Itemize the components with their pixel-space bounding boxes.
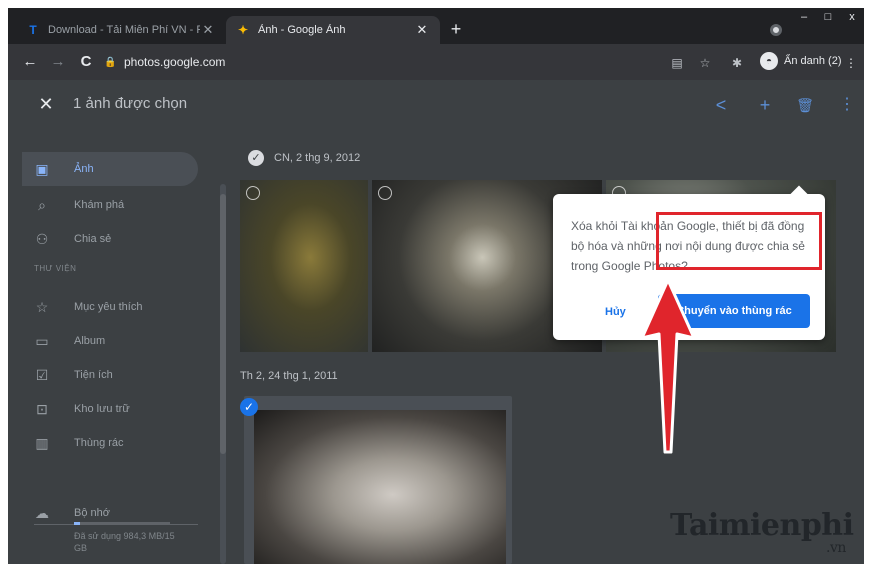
photo-thumbnail-selected[interactable] [254, 410, 506, 564]
search-icon: ⌕ [38, 196, 46, 213]
back-button[interactable]: ← [20, 52, 40, 72]
reload-button[interactable]: C [76, 52, 96, 72]
sidebar-item-label: Album [74, 335, 106, 347]
utilities-icon: ☑ [35, 366, 49, 383]
select-circle-icon[interactable] [378, 186, 392, 200]
google-photos-app: ✕ 1 ảnh được chọn < + 🗑 ⋮ ▣ Ảnh ⌕ Khám p… [8, 80, 864, 564]
lock-icon: 🔒 [104, 56, 117, 68]
tab-title: Ảnh - Google Ảnh [258, 24, 346, 36]
incognito-label: Ẩn danh (2) [784, 55, 842, 67]
profile-indicator-icon[interactable] [770, 24, 782, 36]
extensions-puzzle-icon[interactable]: ✱ [728, 54, 746, 72]
incognito-icon: ◓ [760, 52, 778, 70]
sidebar-item-utilities[interactable]: ☑ Tiện ích [22, 358, 198, 392]
sidebar-item-label: Bộ nhớ [74, 507, 110, 519]
select-group-check-icon[interactable]: ✓ [248, 150, 264, 166]
storage-progress-fill [74, 522, 80, 525]
sidebar-item-label: Mục yêu thích [74, 301, 143, 313]
tab-download[interactable]: T Download - Tải Miễn Phí VN - Pi ✕ [16, 16, 226, 44]
sidebar-scrollbar-thumb[interactable] [220, 194, 226, 454]
sidebar-item-label: Thùng rác [74, 437, 124, 449]
sidebar-item-albums[interactable]: ▭ Album [22, 324, 198, 358]
watermark-logo: Taimienphi .vn [670, 508, 854, 556]
incognito-profile-button[interactable]: ◓ Ẩn danh (2) [760, 52, 841, 70]
trash-icon: ▥ [35, 434, 49, 451]
sidebar-item-explore[interactable]: ⌕ Khám phá [22, 188, 198, 222]
new-tab-button[interactable]: + [444, 18, 468, 42]
selected-check-icon[interactable]: ✓ [240, 398, 258, 416]
delete-trash-icon[interactable]: 🗑 [794, 94, 816, 116]
date-group-label: CN, 2 thg 9, 2012 [274, 152, 361, 164]
sidebar-item-sharing[interactable]: ⚇ Chia sẻ [22, 222, 198, 256]
tab-strip: T Download - Tải Miễn Phí VN - Pi ✕ ✦ Ản… [8, 8, 864, 44]
selection-count: 1 ảnh được chọn [73, 95, 188, 112]
select-circle-icon[interactable] [246, 186, 260, 200]
maximize-button[interactable]: □ [818, 8, 838, 28]
more-options-icon[interactable]: ⋮ [836, 94, 858, 116]
tab-title: Download - Tải Miễn Phí VN - Pi [48, 24, 200, 36]
sidebar-item-label: Ảnh [74, 163, 94, 175]
share-icon[interactable]: < [710, 94, 732, 116]
clear-selection-icon[interactable]: ✕ [36, 94, 56, 114]
sidebar-item-photos[interactable]: ▣ Ảnh [22, 152, 198, 186]
watermark-brand: Taimienphi [670, 508, 854, 543]
window-close-button[interactable]: x [842, 8, 862, 28]
url-text: photos.google.com [124, 55, 226, 69]
selection-bar: ✕ 1 ảnh được chọn < + 🗑 ⋮ [8, 80, 864, 128]
browser-menu-icon[interactable]: ⋮ [842, 54, 860, 72]
album-icon: ▭ [35, 332, 49, 349]
forward-button[interactable]: → [48, 52, 68, 72]
sidebar: ▣ Ảnh ⌕ Khám phá ⚇ Chia sẻ THƯ VIỆN ☆ Mụ… [8, 128, 230, 564]
tab-close-icon[interactable]: ✕ [414, 22, 430, 38]
sidebar-item-trash[interactable]: ▥ Thùng rác [22, 426, 198, 460]
google-photos-favicon-icon: ✦ [237, 23, 249, 37]
browser-toolbar: ← → C 🔒 photos.google.com ▤ ☆ ✱ ◓ Ẩn dan… [8, 44, 864, 80]
translate-icon[interactable]: ▤ [668, 54, 686, 72]
storage-usage-text: Đã sử dụng 984,3 MB/15 GB [74, 531, 175, 553]
tab-favicon-icon: T [29, 23, 37, 37]
watermark-tld: .vn [826, 540, 846, 556]
red-arrow-annotation [640, 278, 696, 454]
bookmark-star-icon[interactable]: ☆ [696, 54, 714, 72]
date-group-label: Th 2, 24 thg 1, 2011 [240, 370, 338, 382]
add-icon[interactable]: + [754, 94, 776, 116]
tab-close-icon[interactable]: ✕ [200, 22, 216, 38]
storage-progress-bar [74, 522, 170, 525]
photos-icon: ▣ [35, 160, 49, 177]
library-heading: THƯ VIỆN [34, 264, 77, 273]
cancel-button[interactable]: Hủy [605, 306, 626, 318]
star-icon: ☆ [35, 298, 49, 315]
sidebar-item-archive[interactable]: ⊡ Kho lưu trữ [22, 392, 198, 426]
people-icon: ⚇ [35, 230, 49, 247]
cloud-icon: ☁ [35, 504, 49, 521]
sidebar-item-label: Khám phá [74, 199, 125, 211]
sidebar-item-label: Tiện ích [74, 369, 113, 381]
minimize-button[interactable]: – [794, 8, 814, 28]
sidebar-item-label: Kho lưu trữ [74, 403, 130, 415]
browser-window: T Download - Tải Miễn Phí VN - Pi ✕ ✦ Ản… [8, 8, 864, 564]
date-group-header[interactable]: ✓ CN, 2 thg 9, 2012 [248, 150, 360, 166]
sidebar-item-label: Chia sẻ [74, 233, 112, 245]
address-bar[interactable]: 🔒 photos.google.com [104, 48, 704, 76]
sidebar-item-favorites[interactable]: ☆ Mục yêu thích [22, 290, 198, 324]
highlight-box [656, 212, 822, 270]
tab-google-photos[interactable]: ✦ Ảnh - Google Ảnh ✕ [226, 16, 440, 44]
photo-thumbnail[interactable] [240, 180, 368, 352]
archive-icon: ⊡ [36, 400, 48, 417]
sidebar-scrollbar[interactable] [220, 184, 226, 564]
